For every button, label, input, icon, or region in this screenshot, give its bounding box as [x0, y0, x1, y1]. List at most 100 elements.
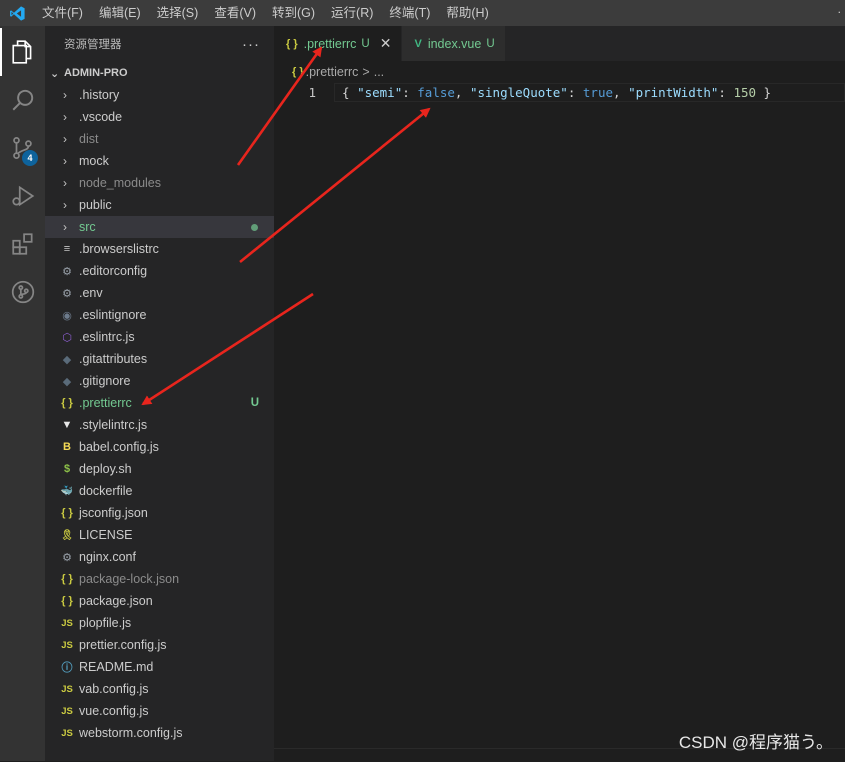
git-graph-icon[interactable]: [0, 268, 45, 316]
file-plopfile-js[interactable]: JS plopfile.js: [45, 612, 274, 634]
menu-item[interactable]: 查看(V): [206, 0, 264, 26]
menu-item[interactable]: 终端(T): [381, 0, 438, 26]
js-file-icon: JS: [61, 727, 73, 739]
file-deploy-sh[interactable]: $ deploy.sh: [45, 458, 274, 480]
folder-label: dist: [79, 132, 99, 146]
config-file-icon: ⚙: [62, 265, 72, 278]
folder-mock[interactable]: › mock: [45, 150, 274, 172]
file-babel-config-js[interactable]: Bbabel.config.js: [45, 436, 274, 458]
file-prettierrc[interactable]: { } .prettierrc U: [45, 392, 274, 414]
run-debug-icon[interactable]: [0, 172, 45, 220]
file-editorconfig[interactable]: ⚙ .editorconfig: [45, 260, 274, 282]
file-license[interactable]: 🎗 LICENSE: [45, 524, 274, 546]
js-file-icon: JS: [61, 683, 73, 695]
folder-src[interactable]: › src: [45, 216, 274, 238]
menu-item[interactable]: 文件(F): [34, 0, 91, 26]
folder-node-modules[interactable]: › node_modules: [45, 172, 274, 194]
breadcrumb-more[interactable]: ...: [374, 65, 384, 79]
file-label: .gitignore: [79, 374, 131, 388]
eslint-icon: ⬡: [62, 331, 72, 344]
git-status-untracked: U: [250, 397, 259, 409]
info-file-icon: ⓘ: [61, 662, 73, 674]
file-label: jsconfig.json: [79, 506, 148, 520]
file-label: vab.config.js: [79, 682, 149, 696]
license-icon: 🎗: [60, 529, 74, 541]
file-label: LICENSE: [79, 528, 133, 542]
chevron-right-icon: ›: [63, 110, 67, 124]
file-readme-md[interactable]: ⓘ README.md: [45, 656, 274, 678]
file-label: .editorconfig: [79, 264, 148, 278]
file-jsconfig-json[interactable]: { } jsconfig.json: [45, 502, 274, 524]
menu-item[interactable]: 编辑(E): [91, 0, 149, 26]
file-label: prettier.config.js: [79, 638, 167, 652]
file-package-lock-json[interactable]: { } package-lock.json: [45, 568, 274, 590]
project-folder-header[interactable]: ⌄ ADMIN-PRO: [45, 62, 274, 84]
explorer-icon[interactable]: [0, 28, 45, 76]
code-line[interactable]: 1 { "semi": false, "singleQuote": true, …: [274, 83, 845, 102]
search-icon[interactable]: [0, 76, 45, 124]
file-gitignore[interactable]: ◆ .gitignore: [45, 370, 274, 392]
file-webstorm-config-js[interactable]: JS webstorm.config.js: [45, 722, 274, 744]
extensions-icon[interactable]: [0, 220, 45, 268]
shell-file-icon: $: [63, 463, 71, 475]
chevron-down-icon: ⌄: [50, 67, 60, 80]
file-label: .browserslistrc: [79, 242, 159, 256]
more-actions-button[interactable]: ···: [242, 36, 260, 53]
git-file-icon: ◆: [62, 353, 72, 366]
activity-bar: 4: [0, 26, 45, 761]
tab-label: .prettierrc: [303, 36, 357, 51]
tab-git-status: U: [361, 37, 370, 50]
file-label: babel.config.js: [79, 440, 159, 454]
eslint-ignore-icon: ◉: [62, 309, 72, 322]
folder-vscode[interactable]: › .vscode: [45, 106, 274, 128]
source-control-icon[interactable]: 4: [0, 124, 45, 172]
file-label: package.json: [79, 594, 153, 608]
close-icon[interactable]: ✕: [380, 35, 392, 52]
js-file-icon: JS: [61, 639, 73, 651]
menu-item[interactable]: 帮助(H): [438, 0, 496, 26]
chevron-right-icon: ›: [63, 88, 67, 102]
file-browserslistrc[interactable]: ≡ .browserslistrc: [45, 238, 274, 260]
vscode-logo-icon: [0, 0, 34, 26]
file-eslintignore[interactable]: ◉ .eslintignore: [45, 304, 274, 326]
file-prettier-config-js[interactable]: JS prettier.config.js: [45, 634, 274, 656]
title-menu-bar: 文件(F) 编辑(E) 选择(S) 查看(V) 转到(G) 运行(R) 终端(T) 帮助(H)…: [0, 0, 845, 26]
menu-item[interactable]: 选择(S): [149, 0, 207, 26]
file-label: vue.config.js: [79, 704, 149, 718]
file-vab-config-js[interactable]: JS vab.config.js: [45, 678, 274, 700]
folder-history[interactable]: › .history: [45, 84, 274, 106]
tab-index-vue[interactable]: V index.vue U: [402, 26, 506, 61]
menu-item[interactable]: 转到(G): [264, 0, 323, 26]
tab-git-status: U: [486, 37, 495, 50]
breadcrumb-file[interactable]: .prettierrc: [306, 65, 359, 79]
file-vue-config-js[interactable]: JS vue.config.js: [45, 700, 274, 722]
file-stylelintrc-js[interactable]: ▼ .stylelintrc.js: [45, 414, 274, 436]
tab-prettierrc[interactable]: { } .prettierrc U ✕: [274, 26, 403, 61]
config-file-icon: ⚙: [62, 287, 72, 300]
file-label: .eslintrc.js: [79, 330, 135, 344]
file-package-json[interactable]: { } package.json: [45, 590, 274, 612]
chevron-right-icon: ›: [63, 198, 67, 212]
file-tree: › .history › .vscode › dist › mock › node_modules…: [45, 84, 274, 744]
chevron-right-icon: ›: [63, 154, 67, 168]
file-label: .env: [79, 286, 103, 300]
js-file-icon: JS: [61, 617, 73, 629]
file-dockerfile[interactable]: 🐳 dockerfile: [45, 480, 274, 502]
folder-public[interactable]: › public: [45, 194, 274, 216]
chevron-right-icon: ›: [63, 132, 67, 146]
file-label: deploy.sh: [79, 462, 132, 476]
babel-icon: B: [63, 441, 71, 453]
file-eslintrc-js[interactable]: ⬡ .eslintrc.js: [45, 326, 274, 348]
menu-item[interactable]: 运行(R): [323, 0, 381, 26]
folder-label: .vscode: [79, 110, 123, 124]
text-file-icon: ≡: [63, 243, 71, 255]
folder-dist[interactable]: › dist: [45, 128, 274, 150]
line-number: 1: [308, 85, 316, 100]
file-label: nginx.conf: [79, 550, 136, 564]
code-text[interactable]: { "semi": false, "singleQuote": true, "p…: [342, 83, 771, 102]
file-gitattributes[interactable]: ◆ .gitattributes: [45, 348, 274, 370]
explorer-title: 资源管理器: [64, 39, 122, 51]
file-nginx-conf[interactable]: ⚙ nginx.conf: [45, 546, 274, 568]
file-env[interactable]: ⚙ .env: [45, 282, 274, 304]
vue-file-icon: V: [414, 37, 422, 50]
